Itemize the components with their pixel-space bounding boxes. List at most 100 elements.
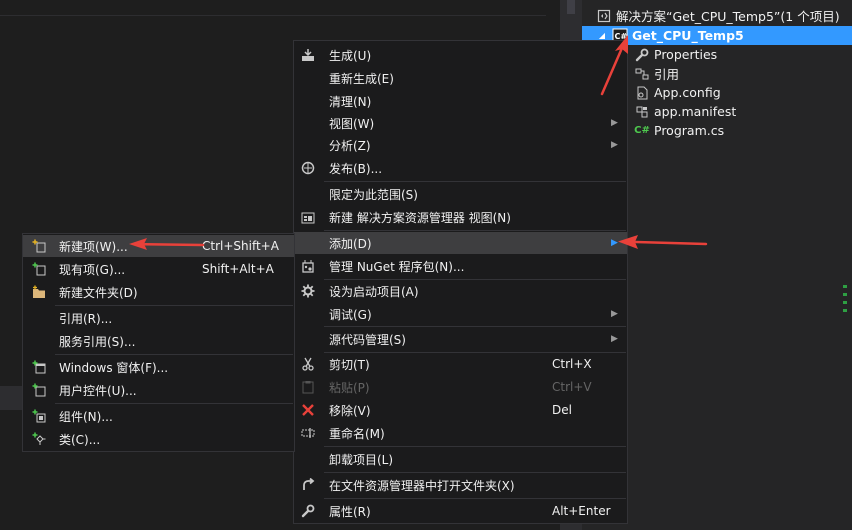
menu-separator bbox=[324, 498, 626, 499]
menu-item-label: 用户控件(U)... bbox=[59, 383, 137, 398]
submenu-item-class[interactable]: 类(C)... bbox=[23, 428, 294, 450]
menu-item-unload-project[interactable]: 卸载项目(L) bbox=[294, 448, 627, 470]
menu-item-manage-nuget[interactable]: 管理 NuGet 程序包(N)... bbox=[294, 255, 627, 277]
project-label: Get_CPU_Temp5 bbox=[632, 28, 744, 43]
menu-item-label: 清理(N) bbox=[329, 94, 372, 109]
publish-icon bbox=[300, 160, 316, 176]
wrench-icon bbox=[300, 503, 316, 519]
menu-item-label: 视图(W) bbox=[329, 116, 375, 131]
gear-icon bbox=[300, 283, 316, 299]
component-icon bbox=[31, 408, 47, 424]
menu-item-open-in-explorer[interactable]: 在文件资源管理器中打开文件夹(X) bbox=[294, 474, 627, 496]
csharp-file-icon: C# bbox=[634, 125, 650, 136]
submenu-arrow-icon: ▶ bbox=[611, 118, 618, 128]
menu-item-label: 发布(B)... bbox=[329, 161, 383, 176]
submenu-arrow-icon: ▶ bbox=[611, 309, 618, 319]
scroll-marker-rail bbox=[837, 280, 852, 330]
menu-item-label: 剪切(T) bbox=[329, 357, 370, 372]
add-submenu: 新建项(W)... Ctrl+Shift+A 现有项(G)... Shift+A… bbox=[22, 233, 295, 452]
references-icon bbox=[634, 66, 650, 82]
menu-item-publish[interactable]: 发布(B)... bbox=[294, 157, 627, 179]
menu-item-cut[interactable]: 剪切(T) Ctrl+X bbox=[294, 353, 627, 375]
menu-item-shortcut: Ctrl+X bbox=[552, 357, 592, 371]
submenu-item-reference[interactable]: 引用(R)... bbox=[23, 307, 294, 329]
menu-item-label: 调试(G) bbox=[329, 307, 372, 322]
annotation-arrow-new-item bbox=[129, 238, 205, 250]
menu-item-shortcut: Shift+Alt+A bbox=[202, 262, 274, 276]
menu-item-add[interactable]: 添加(D) ▶ bbox=[294, 232, 627, 254]
tree-solution-node[interactable]: 解决方案“Get_CPU_Temp5”(1 个项目) bbox=[582, 6, 852, 25]
menu-item-label: 新建 解决方案资源管理器 视图(N) bbox=[329, 210, 511, 225]
splitter-handle[interactable] bbox=[567, 0, 575, 14]
menu-separator bbox=[324, 230, 626, 231]
menu-separator bbox=[55, 305, 293, 306]
menu-item-label: 在文件资源管理器中打开文件夹(X) bbox=[329, 478, 515, 493]
manifest-file-icon bbox=[634, 104, 650, 120]
tree-item-label: app.manifest bbox=[654, 104, 737, 119]
menu-item-shortcut: Alt+Enter bbox=[552, 504, 611, 518]
menu-item-scope-to-this[interactable]: 限定为此范围(S) bbox=[294, 183, 627, 205]
menu-item-label: 限定为此范围(S) bbox=[329, 187, 418, 202]
new-item-icon bbox=[31, 238, 47, 254]
menu-item-remove[interactable]: 移除(V) Del bbox=[294, 399, 627, 421]
solution-label: 解决方案“Get_CPU_Temp5”(1 个项目) bbox=[616, 9, 840, 24]
rename-icon bbox=[300, 425, 316, 441]
submenu-arrow-icon: ▶ bbox=[611, 140, 618, 150]
submenu-item-windows-form[interactable]: Windows 窗体(F)... bbox=[23, 356, 294, 378]
menu-item-label: 卸载项目(L) bbox=[329, 452, 394, 467]
menu-item-label: 粘贴(P) bbox=[329, 380, 370, 395]
menu-separator bbox=[324, 472, 626, 473]
submenu-item-component[interactable]: 组件(N)... bbox=[23, 405, 294, 427]
submenu-item-new-folder[interactable]: 新建文件夹(D) bbox=[23, 281, 294, 303]
menu-item-label: 移除(V) bbox=[329, 403, 371, 418]
menu-item-view[interactable]: 视图(W) ▶ bbox=[294, 112, 627, 134]
menu-item-label: 管理 NuGet 程序包(N)... bbox=[329, 259, 465, 274]
editor-gutter-marker bbox=[0, 386, 24, 410]
menu-item-shortcut: Ctrl+Shift+A bbox=[202, 239, 279, 253]
scissors-icon bbox=[300, 356, 316, 372]
menu-separator bbox=[324, 326, 626, 327]
submenu-arrow-icon: ▶ bbox=[611, 334, 618, 344]
menu-item-label: 生成(U) bbox=[329, 48, 372, 63]
menu-item-source-control[interactable]: 源代码管理(S) ▶ bbox=[294, 328, 627, 350]
menu-item-shortcut: Ctrl+V bbox=[552, 380, 592, 394]
menu-item-clean[interactable]: 清理(N) bbox=[294, 90, 627, 112]
menu-item-label: 属性(R) bbox=[329, 504, 371, 519]
menu-item-shortcut: Del bbox=[552, 403, 572, 417]
tree-item-label: App.config bbox=[654, 85, 721, 100]
tree-item-label: 引用 bbox=[654, 67, 680, 82]
menu-item-label: 服务引用(S)... bbox=[59, 334, 136, 349]
menu-item-label: 现有项(G)... bbox=[59, 262, 126, 277]
menu-item-set-startup[interactable]: 设为启动项目(A) bbox=[294, 280, 627, 302]
project-context-menu: 生成(U) 重新生成(E) 清理(N) 视图(W) ▶ 分析(Z) ▶ 发布(B… bbox=[293, 40, 628, 524]
menu-separator bbox=[55, 403, 293, 404]
remove-icon bbox=[300, 402, 316, 418]
paste-icon bbox=[300, 379, 316, 395]
menu-item-rebuild[interactable]: 重新生成(E) bbox=[294, 67, 627, 89]
class-icon bbox=[31, 431, 47, 447]
submenu-item-service-reference[interactable]: 服务引用(S)... bbox=[23, 330, 294, 352]
menu-item-rename[interactable]: 重命名(M) bbox=[294, 422, 627, 444]
menu-item-label: 添加(D) bbox=[329, 236, 372, 251]
windows-form-icon bbox=[31, 359, 47, 375]
menu-item-paste: 粘贴(P) Ctrl+V bbox=[294, 376, 627, 398]
menu-item-properties[interactable]: 属性(R) Alt+Enter bbox=[294, 500, 627, 522]
tree-item-label: Program.cs bbox=[654, 123, 725, 138]
menu-separator bbox=[324, 446, 626, 447]
menu-item-new-explorer-view[interactable]: 新建 解决方案资源管理器 视图(N) bbox=[294, 206, 627, 228]
menu-item-debug[interactable]: 调试(G) ▶ bbox=[294, 303, 627, 325]
submenu-item-existing-item[interactable]: 现有项(G)... Shift+Alt+A bbox=[23, 258, 294, 280]
annotation-arrow-add bbox=[618, 235, 708, 249]
build-icon bbox=[300, 47, 316, 63]
menu-item-build[interactable]: 生成(U) bbox=[294, 44, 627, 66]
menu-item-label: 重命名(M) bbox=[329, 426, 385, 441]
menu-item-label: 类(C)... bbox=[59, 432, 101, 447]
menu-item-label: 新建项(W)... bbox=[59, 239, 128, 254]
menu-separator bbox=[324, 181, 626, 182]
new-folder-icon bbox=[31, 284, 47, 300]
nuget-icon bbox=[300, 258, 316, 274]
menu-item-analyze[interactable]: 分析(Z) ▶ bbox=[294, 134, 627, 156]
editor-tab-strip bbox=[0, 0, 546, 16]
submenu-item-user-control[interactable]: 用户控件(U)... bbox=[23, 379, 294, 401]
menu-item-label: 组件(N)... bbox=[59, 409, 113, 424]
